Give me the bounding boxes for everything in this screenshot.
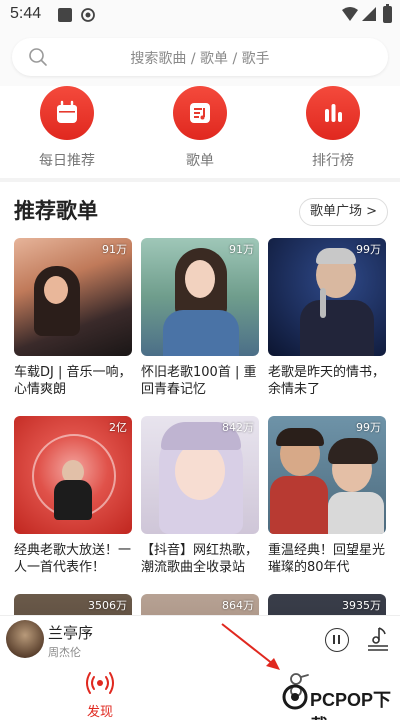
section-title: 推荐歌单 xyxy=(14,199,98,223)
playlist-title: 怀旧老歌100首 | 重回青春记忆 xyxy=(141,365,257,397)
playlist-note-icon xyxy=(173,86,227,140)
play-count: 3506万 xyxy=(88,599,127,612)
watermark: PCPOP下载 xyxy=(282,678,400,720)
playlist-card[interactable]: 99万 老歌是昨天的情书，余情未了 xyxy=(268,238,386,398)
playlist-cover: 99万 xyxy=(268,238,386,356)
playlist-cover: 864万 xyxy=(141,594,259,615)
playlist-cover: 99万 xyxy=(268,416,386,534)
notification-icon xyxy=(58,8,72,22)
quick-label-playlist: 歌单 xyxy=(186,153,214,169)
status-time: 5:44 xyxy=(10,5,42,22)
playlist-icon[interactable] xyxy=(366,626,390,652)
playlist-button[interactable]: 歌单 xyxy=(160,86,240,170)
watermark-text: PCPOP下载 xyxy=(310,690,392,720)
tab-discover[interactable]: 发现 xyxy=(75,671,125,720)
play-count: 91万 xyxy=(102,243,127,256)
playlist-card[interactable]: 91万 车载DJ | 音乐一响，心情爽朗 xyxy=(14,238,132,398)
quick-label-ranking: 排行榜 xyxy=(312,153,354,169)
playlist-title: 车载DJ | 音乐一响，心情爽朗 xyxy=(14,365,132,397)
player-artist: 周杰伦 xyxy=(48,646,81,659)
album-art[interactable] xyxy=(6,620,44,658)
search-area: 搜索歌曲 / 歌单 / 歌手 xyxy=(0,30,400,86)
annotation-arrow xyxy=(221,623,280,670)
playlist-cover: 3506万 xyxy=(14,594,132,615)
play-count: 99万 xyxy=(356,243,381,256)
playlist-cover: 91万 xyxy=(141,238,259,356)
quick-label-daily: 每日推荐 xyxy=(39,153,95,169)
wifi-icon xyxy=(342,7,358,21)
search-input[interactable]: 搜索歌曲 / 歌单 / 歌手 xyxy=(12,38,388,76)
playlist-card[interactable]: 864万 xyxy=(141,594,259,615)
playlist-title: 重温经典！回望星光璀璨的80年代 xyxy=(268,543,386,575)
mini-player[interactable]: 兰亭序 周杰伦 xyxy=(0,615,400,665)
search-placeholder: 搜索歌曲 / 歌单 / 歌手 xyxy=(130,51,270,67)
recommended-playlists: 推荐歌单 歌单广场 > 91万 车载DJ | 音乐一响，心情爽朗 91万 怀旧老… xyxy=(0,182,400,615)
radio-wave-icon xyxy=(86,672,114,694)
daily-recommend-button[interactable]: 每日推荐 xyxy=(27,86,107,170)
calendar-icon xyxy=(40,86,94,140)
playlist-card[interactable]: 3935万 xyxy=(268,594,386,615)
play-count: 842万 xyxy=(222,421,254,434)
play-count: 864万 xyxy=(222,599,254,612)
playlist-title: 【抖音】网红热歌，潮流歌曲全收录站 xyxy=(141,543,259,575)
tab-discover-label: 发现 xyxy=(86,705,113,720)
playlist-title: 老歌是昨天的情书，余情未了 xyxy=(268,365,386,397)
logo-icon xyxy=(282,684,308,710)
playlist-cover: 91万 xyxy=(14,238,132,356)
play-count: 2亿 xyxy=(109,421,127,434)
play-count: 3935万 xyxy=(342,599,381,612)
status-bar: 5:44 xyxy=(0,0,400,30)
chart-bars-icon xyxy=(306,86,360,140)
playlist-cover: 3935万 xyxy=(268,594,386,615)
battery-icon xyxy=(383,4,392,23)
ranking-button[interactable]: 排行榜 xyxy=(293,86,373,170)
player-song-title: 兰亭序 xyxy=(48,624,94,642)
playlist-card[interactable]: 842万 【抖音】网红热歌，潮流歌曲全收录站 xyxy=(141,416,259,576)
playlist-plaza-button[interactable]: 歌单广场 > xyxy=(298,198,388,226)
playlist-card[interactable]: 2亿 经典老歌大放送！一人一首代表作！ xyxy=(14,416,132,576)
debug-icon xyxy=(81,8,95,22)
playlist-card[interactable]: 3506万 xyxy=(14,594,132,615)
play-count: 91万 xyxy=(229,243,254,256)
playlist-title: 经典老歌大放送！一人一首代表作！ xyxy=(14,543,132,575)
signal-icon xyxy=(362,7,376,21)
playlist-cover: 842万 xyxy=(141,416,259,534)
play-count: 99万 xyxy=(356,421,381,434)
playlist-cover: 2亿 xyxy=(14,416,132,534)
pause-button[interactable] xyxy=(325,628,349,652)
quick-nav: 每日推荐 歌单 排行榜 xyxy=(0,86,400,178)
playlist-card[interactable]: 91万 怀旧老歌100首 | 重回青春记忆 xyxy=(141,238,259,398)
playlist-card[interactable]: 99万 重温经典！回望星光璀璨的80年代 xyxy=(268,416,386,576)
